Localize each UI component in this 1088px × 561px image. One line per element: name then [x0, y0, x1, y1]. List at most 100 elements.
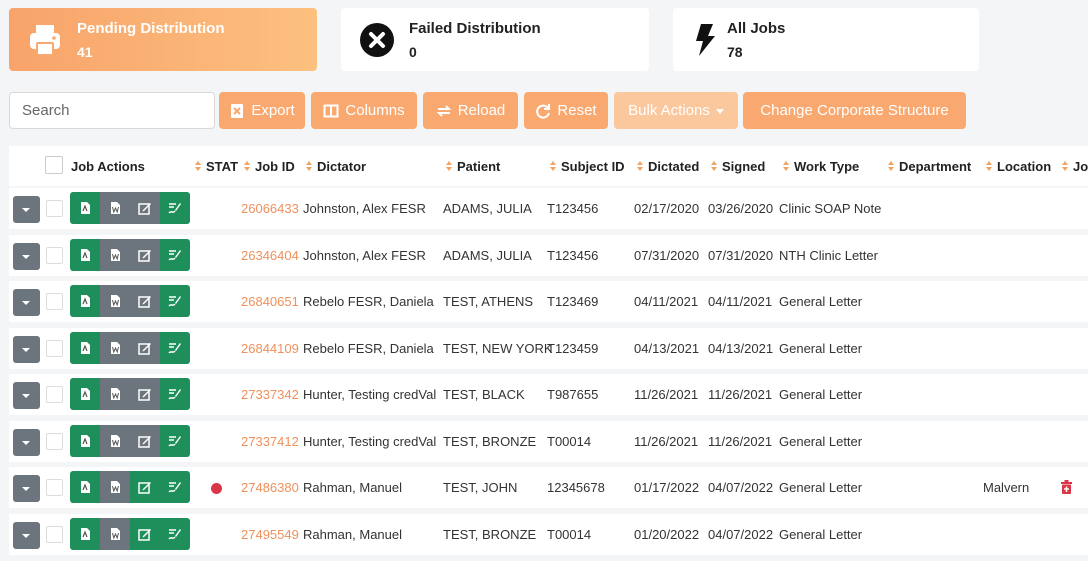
job-id-link[interactable]: 26840651	[241, 294, 299, 309]
sign-button[interactable]	[160, 471, 190, 503]
columns-button[interactable]: Columns	[311, 92, 417, 129]
sign-button[interactable]	[160, 331, 190, 364]
download-pdf-button[interactable]	[70, 285, 100, 317]
select-all-checkbox[interactable]	[45, 156, 63, 174]
job-id-link[interactable]: 27337412	[241, 434, 299, 449]
table-row[interactable]: 26840651 Rebelo FESR, Daniela TEST, ATHENS…	[9, 281, 1088, 322]
job-id-link[interactable]: 26066433	[241, 201, 299, 216]
table-row[interactable]: 27486380 Rahman, Manuel TEST, JOHN 12345678…	[9, 467, 1088, 508]
edit-button[interactable]	[130, 378, 160, 410]
table-row[interactable]: 26066433 Johnston, Alex FESR ADAMS, JULIA T…	[9, 188, 1088, 229]
card-pending-distribution[interactable]: Pending Distribution 41	[9, 8, 317, 71]
download-word-button[interactable]	[100, 378, 130, 410]
sign-button[interactable]	[160, 517, 190, 550]
col-subject-id[interactable]: Subject ID	[550, 159, 625, 174]
dictator-cell: Johnston, Alex FESR	[303, 201, 426, 216]
table-row[interactable]: 27337412 Hunter, Testing credVal TEST, BRO…	[9, 420, 1088, 462]
card-count: 41	[77, 44, 93, 60]
row-menu-button[interactable]	[13, 475, 40, 502]
edit-button[interactable]	[130, 238, 160, 271]
download-word-button[interactable]	[100, 285, 130, 317]
edit-button[interactable]	[130, 517, 160, 550]
file-word-icon	[111, 434, 120, 447]
row-menu-button[interactable]	[13, 382, 40, 409]
download-pdf-button[interactable]	[70, 331, 100, 364]
row-action-group	[70, 471, 190, 503]
edit-icon	[138, 342, 151, 355]
sign-button[interactable]	[160, 238, 190, 271]
signed-cell: 04/11/2021	[708, 294, 773, 309]
row-menu-button[interactable]	[13, 289, 40, 316]
download-pdf-button[interactable]	[70, 378, 100, 410]
col-work-type[interactable]: Work Type	[783, 159, 859, 174]
row-checkbox[interactable]	[46, 525, 63, 543]
change-corporate-structure-button[interactable]: Change Corporate Structure	[743, 92, 966, 129]
download-pdf-button[interactable]	[70, 471, 100, 503]
col-location[interactable]: Location	[986, 159, 1051, 174]
edit-button[interactable]	[130, 471, 160, 503]
edit-button[interactable]	[130, 424, 160, 457]
download-pdf-button[interactable]	[70, 238, 100, 271]
col-department[interactable]: Department	[888, 159, 971, 174]
col-dictator[interactable]: Dictator	[306, 159, 366, 174]
download-pdf-button[interactable]	[70, 424, 100, 457]
export-button[interactable]: Export	[219, 92, 305, 129]
sort-icon	[195, 161, 202, 172]
download-word-button[interactable]	[100, 517, 130, 550]
row-checkbox[interactable]	[46, 432, 63, 450]
edit-button[interactable]	[130, 331, 160, 364]
work-type-cell: General Letter	[779, 526, 863, 542]
row-menu-button[interactable]	[13, 428, 40, 456]
col-job-extra[interactable]: Jo	[1062, 159, 1088, 174]
sign-button[interactable]	[160, 378, 190, 410]
col-dictated[interactable]: Dictated	[637, 159, 699, 174]
row-checkbox[interactable]	[46, 386, 63, 403]
search-input[interactable]	[9, 92, 215, 129]
row-checkbox[interactable]	[46, 200, 63, 217]
sign-button[interactable]	[160, 192, 190, 224]
row-menu-button[interactable]	[13, 521, 40, 549]
col-stat[interactable]: STAT	[195, 159, 238, 174]
job-id-link[interactable]: 27486380	[241, 480, 299, 495]
card-all-jobs[interactable]: All Jobs 78	[673, 8, 979, 71]
edit-button[interactable]	[130, 285, 160, 317]
edit-button[interactable]	[130, 192, 160, 224]
reset-button[interactable]: Reset	[524, 92, 608, 129]
row-menu-button[interactable]	[13, 335, 40, 363]
download-word-button[interactable]	[100, 424, 130, 457]
table-row[interactable]: 27337342 Hunter, Testing credVal TEST, BLA…	[9, 374, 1088, 415]
download-word-button[interactable]	[100, 192, 130, 224]
bulk-actions-dropdown[interactable]: Bulk Actions	[614, 92, 738, 129]
download-pdf-button[interactable]	[70, 517, 100, 550]
table-row[interactable]: 26346404 Johnston, Alex FESR ADAMS, JULIA T…	[9, 234, 1088, 276]
card-failed-distribution[interactable]: Failed Distribution 0	[341, 8, 649, 71]
job-id-link[interactable]: 26346404	[241, 248, 299, 263]
col-job-id[interactable]: Job ID	[244, 159, 295, 174]
reload-button[interactable]: Reload	[423, 92, 518, 129]
job-id-link[interactable]: 27337342	[241, 387, 299, 402]
subject-id-cell: T987655	[547, 387, 599, 402]
row-checkbox[interactable]	[46, 246, 63, 264]
row-menu-button[interactable]	[13, 196, 40, 223]
row-checkbox[interactable]	[46, 339, 63, 357]
download-word-button[interactable]	[100, 238, 130, 271]
row-checkbox[interactable]	[46, 293, 63, 310]
col-label: Department	[899, 159, 972, 174]
job-id-link[interactable]: 26844109	[241, 341, 299, 356]
row-checkbox[interactable]	[46, 479, 63, 496]
table-row[interactable]: 27495549 Rahman, Manuel TEST, BRONZE T00014…	[9, 513, 1088, 555]
delete-icon[interactable]	[1061, 480, 1072, 494]
sign-button[interactable]	[160, 424, 190, 457]
row-menu-button[interactable]	[13, 242, 40, 270]
download-word-button[interactable]	[100, 331, 130, 364]
col-signed[interactable]: Signed	[711, 159, 765, 174]
job-id-link[interactable]: 27495549	[241, 527, 299, 542]
file-pdf-icon	[81, 527, 90, 540]
lightning-icon	[696, 24, 715, 56]
sign-button[interactable]	[160, 285, 190, 317]
table-row[interactable]: 26844109 Rebelo FESR, Daniela TEST, NEW YO…	[9, 327, 1088, 369]
download-word-button[interactable]	[100, 471, 130, 503]
signed-cell: 04/07/2022	[708, 480, 774, 495]
col-patient[interactable]: Patient	[446, 159, 500, 174]
download-pdf-button[interactable]	[70, 192, 100, 224]
